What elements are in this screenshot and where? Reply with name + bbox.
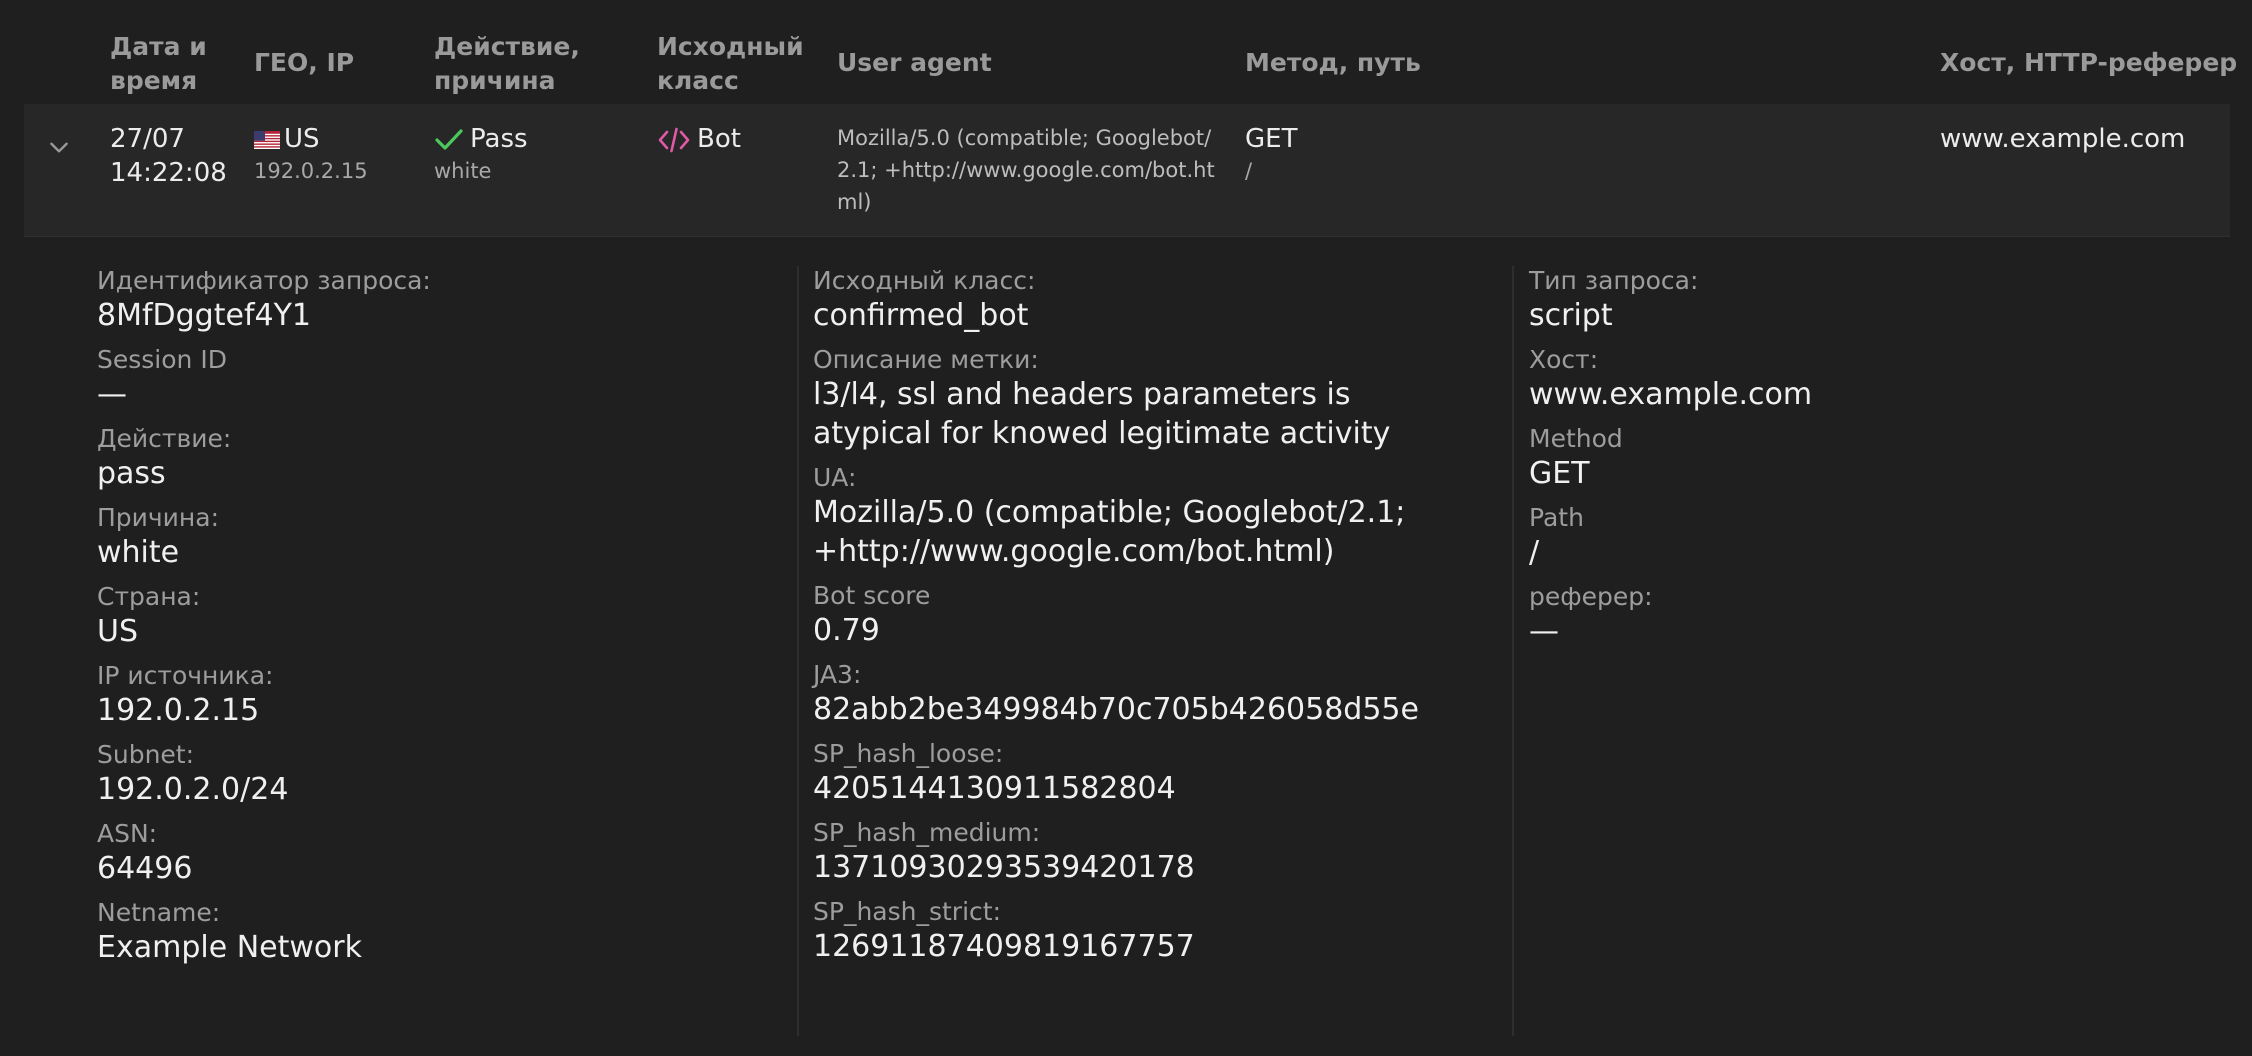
detail-value: confirmed_bot	[813, 298, 1029, 333]
code-icon	[658, 127, 690, 152]
detail-value: 192.0.2.0/24	[97, 772, 289, 807]
reason-label: white	[434, 159, 492, 183]
detail-value: 0.79	[813, 613, 880, 648]
details-column-http: Тип запроса: script Хост: www.example.co…	[1529, 266, 2169, 661]
detail-label: Причина:	[97, 503, 220, 532]
detail-label: Страна:	[97, 582, 201, 611]
detail-value: www.example.com	[1529, 377, 1813, 412]
table-header: Дата и время ГЕО, IP Действие, причина И…	[24, 0, 2237, 105]
column-header-method[interactable]: Метод, путь	[1245, 46, 1421, 80]
detail-value: —	[97, 377, 127, 412]
detail-value: GET	[1529, 456, 1590, 491]
detail-label: Хост:	[1529, 345, 1599, 374]
column-header-user-agent[interactable]: User agent	[837, 46, 992, 80]
cell-geo: US 192.0.2.15	[254, 122, 368, 186]
column-header-geo[interactable]: ГЕО, IP	[254, 46, 354, 80]
detail-label: Netname:	[97, 898, 221, 927]
request-details-panel: Идентификатор запроса: 8MfDggtef4Y1 Sess…	[24, 236, 2230, 1056]
detail-label: IP источника:	[97, 661, 274, 690]
action-label: Pass	[470, 124, 528, 154]
column-header-host[interactable]: Хост, HTTP-реферер	[1940, 46, 2237, 80]
request-time: 14:22:08	[110, 158, 227, 188]
country-code: US	[284, 124, 320, 154]
detail-value: US	[97, 614, 139, 649]
us-flag-icon	[254, 130, 280, 149]
detail-value: 64496	[97, 851, 193, 886]
detail-label: SP_hash_strict:	[813, 897, 1002, 926]
cell-host: www.example.com	[1940, 122, 2185, 156]
detail-label: JA3:	[813, 660, 862, 689]
detail-value: white	[97, 535, 180, 570]
detail-value: —	[1529, 614, 1559, 649]
detail-value: l3/l4, ssl and headers parameters is aty…	[813, 377, 1391, 451]
detail-label: Тип запроса:	[1529, 266, 1699, 295]
column-header-source-class[interactable]: Исходный класс	[657, 30, 804, 98]
detail-value: 8MfDggtef4Y1	[97, 298, 311, 333]
column-divider	[1512, 266, 1514, 1036]
check-icon	[435, 128, 463, 150]
cell-action: Pass white	[434, 122, 528, 186]
detail-value: /	[1529, 535, 1540, 570]
detail-label: Действие:	[97, 424, 232, 453]
detail-value: Mozilla/5.0 (compatible; Googlebot/2.1; …	[813, 495, 1406, 569]
column-header-datetime[interactable]: Дата и время	[110, 30, 207, 98]
details-column-request: Идентификатор запроса: 8MfDggtef4Y1 Sess…	[97, 266, 737, 977]
detail-label: SP_hash_loose:	[813, 739, 1004, 768]
detail-label: Subnet:	[97, 740, 195, 769]
class-label: Bot	[697, 124, 741, 154]
detail-value: script	[1529, 298, 1613, 333]
detail-label: Bot score	[813, 581, 931, 610]
column-header-action[interactable]: Действие, причина	[434, 30, 580, 98]
detail-value: 192.0.2.15	[97, 693, 260, 728]
detail-value: 12691187409819167757	[813, 929, 1195, 964]
detail-label: Method	[1529, 424, 1623, 453]
cell-datetime: 27/07 14:22:08	[110, 122, 227, 190]
table-row[interactable]: 27/07 14:22:08 US 192.0.2.15 Pass white	[24, 104, 2230, 237]
detail-label: Session ID	[97, 345, 227, 374]
cell-method: GET /	[1245, 122, 1297, 186]
detail-label: UA:	[813, 463, 857, 492]
detail-value: pass	[97, 456, 166, 491]
request-path: /	[1245, 159, 1253, 183]
detail-label: Идентификатор запроса:	[97, 266, 431, 295]
detail-label: реферер:	[1529, 582, 1653, 611]
detail-label: SP_hash_medium:	[813, 818, 1041, 847]
detail-label: Исходный класс:	[813, 266, 1036, 295]
detail-value: Example Network	[97, 930, 362, 965]
detail-label: Path	[1529, 503, 1584, 532]
cell-class: Bot	[657, 122, 741, 156]
chevron-down-icon[interactable]	[46, 134, 72, 160]
detail-value: 82abb2be349984b70c705b426058d55e	[813, 692, 1419, 727]
column-divider	[797, 266, 799, 1036]
details-column-classification: Исходный класс: confirmed_bot Описание м…	[813, 266, 1473, 976]
request-date: 27/07	[110, 124, 185, 154]
detail-value: 13710930293539420178	[813, 850, 1195, 885]
user-agent-text: Mozilla/5.0 (compatible; Googlebot/2.1; …	[837, 126, 1215, 214]
detail-label: Описание метки:	[813, 345, 1039, 374]
http-method: GET	[1245, 124, 1298, 154]
detail-label: ASN:	[97, 819, 158, 848]
ip-address: 192.0.2.15	[254, 159, 368, 183]
detail-value: 4205144130911582804	[813, 771, 1176, 806]
host-text: www.example.com	[1940, 124, 2186, 154]
